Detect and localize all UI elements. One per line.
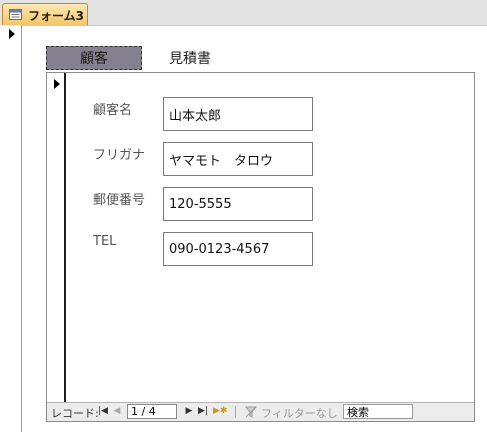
- tab-customer[interactable]: 顧客: [46, 46, 142, 70]
- new-record-icon[interactable]: ▶✱: [213, 405, 227, 418]
- customer-subform: 顧客名 フリガナ 郵便番号 TEL レコード: |◀ ◀ ▶ ▶| ▶✱ フィル…: [46, 72, 475, 422]
- furigana-field[interactable]: [163, 142, 313, 176]
- document-tab-label: フォーム3: [28, 9, 84, 23]
- nav-divider: [235, 406, 236, 418]
- record-navigation-bar: レコード: |◀ ◀ ▶ ▶| ▶✱ フィルターなし: [47, 402, 474, 421]
- document-tab-form3[interactable]: フォーム3: [2, 3, 88, 25]
- record-selector[interactable]: [0, 25, 22, 432]
- current-record-input[interactable]: [127, 404, 177, 419]
- filter-icon[interactable]: [245, 406, 257, 418]
- previous-record-icon[interactable]: ◀: [111, 405, 123, 418]
- current-record-arrow-icon: [9, 29, 15, 39]
- postal-code-label: 郵便番号: [93, 193, 146, 208]
- postal-code-field[interactable]: [163, 187, 313, 221]
- tab-estimate[interactable]: 見積書: [150, 46, 230, 70]
- next-record-icon[interactable]: ▶: [183, 405, 195, 418]
- record-label: レコード:: [51, 407, 99, 420]
- first-record-icon[interactable]: |◀: [97, 405, 109, 418]
- search-input[interactable]: [343, 404, 413, 419]
- tel-label: TEL: [93, 234, 117, 249]
- last-record-icon[interactable]: ▶|: [197, 405, 209, 418]
- subform-record-selector[interactable]: [47, 73, 66, 402]
- document-tab-bar: フォーム3: [0, 0, 487, 26]
- form-icon: [9, 9, 22, 20]
- tel-field[interactable]: [163, 232, 313, 266]
- filter-status[interactable]: フィルターなし: [261, 405, 338, 421]
- furigana-label: フリガナ: [93, 148, 146, 163]
- customer-name-field[interactable]: [163, 97, 313, 131]
- current-record-arrow-icon: [54, 79, 60, 89]
- customer-name-label: 顧客名: [93, 103, 133, 118]
